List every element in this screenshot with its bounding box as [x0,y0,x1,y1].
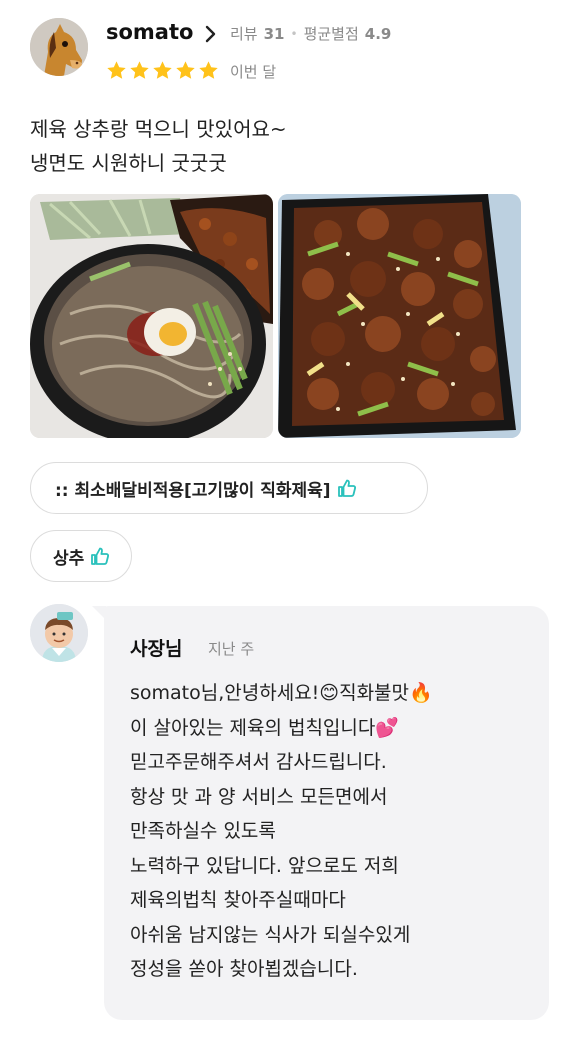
user-stats: 리뷰 31 • 평균별점 4.9 [230,23,391,44]
review-count: 31 [263,24,285,43]
owner-reply: 사장님 지난 주 somato님,안녕하세요!😊직화불맛🔥 이 살아있는 제육의… [104,606,549,1020]
menu-tag[interactable]: :: 최소배달비적용[고기많이 직화제육] [30,462,428,514]
reply-line: 노력하구 있답니다. 앞으로도 저희 [130,854,399,877]
separator-dot: • [290,26,298,41]
star-icon [153,61,172,79]
review-count-label: 리뷰 [230,25,258,43]
spicy-pork-photo-icon [278,194,521,438]
menu-tag-label: :: 최소배달비적용[고기많이 직화제육] [55,480,331,501]
avg-rating: 4.9 [364,24,392,43]
user-avatar[interactable] [30,18,88,76]
star-icon [176,61,195,79]
reply-line: 정성을 쏟아 찾아뵙겠습니다. [130,958,358,980]
owner-name: 사장님 [130,638,183,660]
reply-line: 만족하실수 있도록 [130,820,276,842]
review-text: 제육 상추랑 먹으니 맛있어요~ 냉면도 시원하니 굿굿굿 [30,112,550,180]
menu-tag-label: 상추 [53,548,85,569]
cold-noodles-photo-icon [30,194,273,438]
menu-tag[interactable]: 상추 [30,530,132,582]
reply-line: 항상 맛 과 양 서비스 모든면에서 [130,785,388,808]
reply-line: 믿고주문해주셔서 감사드립니다. [130,751,387,773]
owner-character-icon [30,604,88,662]
rating-stars [106,60,219,81]
owner-reply-text: somato님,안녕하세요!😊직화불맛🔥 이 살아있는 제육의 법칙입니다💕 믿… [130,676,540,987]
review-date: 이번 달 [230,63,277,81]
review-text-line: 냉면도 시원하니 굿굿굿 [30,151,227,175]
owner-reply-date: 지난 주 [208,640,255,658]
review-text-line: 제육 상추랑 먹으니 맛있어요~ [30,117,287,141]
reply-line: 제육의법칙 찾아주실때마다 [130,889,346,911]
thumbs-up-icon [337,479,356,497]
star-icon [130,61,149,79]
review-photo[interactable] [30,194,273,438]
reply-line: somato님,안녕하세요!😊직화불맛🔥 [130,682,433,704]
owner-avatar [30,604,88,662]
review-header: somato 리뷰 31 • 평균별점 4.9 이번 달 [30,16,550,81]
avg-rating-label: 평균별점 [303,25,359,43]
reply-line: 아쉬움 남지않는 식사가 되실수있게 [130,923,411,946]
username[interactable]: somato [106,20,193,44]
horse-avatar-icon [30,18,88,76]
review-photo[interactable] [278,194,521,438]
star-icon [199,61,218,79]
thumbs-up-icon [91,547,110,565]
star-icon [107,61,126,79]
chevron-right-icon[interactable] [204,24,218,44]
reply-line: 이 살아있는 제육의 법칙입니다💕 [130,716,400,739]
